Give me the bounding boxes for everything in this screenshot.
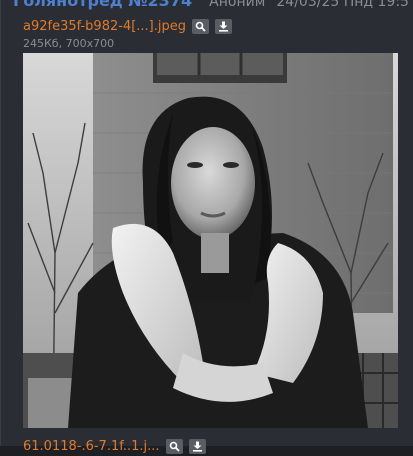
search-image-button[interactable] (192, 18, 209, 34)
post-date: 24/03/25 Пнд 19:5 (276, 0, 409, 10)
download-button[interactable] (215, 18, 232, 34)
image-thumbnail[interactable] (23, 53, 398, 428)
post-header: Голянотред №2374 Аноним 24/03/25 Пнд 19:… (13, 0, 409, 13)
post-container: Голянотред №2374 Аноним 24/03/25 Пнд 19:… (0, 0, 413, 454)
download-icon (219, 21, 228, 32)
file-info-row: a92fe35f-b982-4[...].jpeg (23, 16, 232, 36)
magnifier-icon (195, 21, 206, 32)
poster-name: Аноним (209, 0, 266, 10)
thread-title[interactable]: Голянотред №2374 (13, 0, 192, 10)
magnifier-icon (169, 441, 180, 452)
next-download-button[interactable] (188, 438, 206, 454)
next-search-image-button[interactable] (165, 438, 183, 454)
file-meta: 245Кб, 700x700 (23, 37, 115, 50)
next-file-name-link[interactable]: 61.0118-.6-7.1f..1.j... (23, 439, 160, 454)
file-name-link[interactable]: a92fe35f-b982-4[...].jpeg (23, 19, 186, 34)
grayscale-portrait-photo (23, 53, 398, 428)
download-icon (192, 441, 202, 452)
next-file-row: 61.0118-.6-7.1f..1.j... (23, 436, 206, 456)
